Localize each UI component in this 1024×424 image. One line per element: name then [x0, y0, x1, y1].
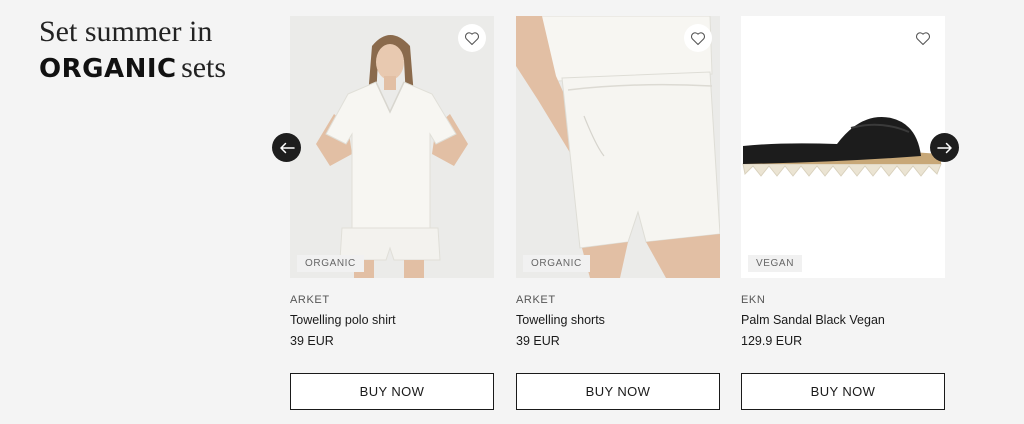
product-image[interactable]: ORGANIC	[516, 16, 720, 278]
carousel-prev-button[interactable]	[272, 133, 301, 162]
product-card[interactable]: VEGAN EKN Palm Sandal Black Vegan 129.9 …	[741, 16, 945, 410]
product-tag: ORGANIC	[297, 255, 364, 272]
buy-now-button[interactable]: BUY NOW	[516, 373, 720, 410]
product-price: 39 EUR	[290, 334, 334, 348]
product-card[interactable]: ORGANIC ARKET Towelling shorts 39 EUR BU…	[516, 16, 720, 410]
product-tag: ORGANIC	[523, 255, 590, 272]
product-name[interactable]: Towelling shorts	[516, 313, 720, 327]
favorite-button[interactable]	[458, 24, 486, 52]
product-card[interactable]: ORGANIC ARKET Towelling polo shirt 39 EU…	[290, 16, 494, 410]
favorite-button[interactable]	[909, 24, 937, 52]
arrow-right-icon	[936, 142, 952, 153]
polo-shirt-photo	[290, 16, 494, 278]
arrow-left-icon	[279, 142, 295, 153]
product-price: 129.9 EUR	[741, 334, 803, 348]
heart-icon	[915, 31, 931, 45]
product-price: 39 EUR	[516, 334, 560, 348]
headline-emphasis: ORGANIC	[39, 54, 177, 84]
sandal-photo	[741, 16, 945, 278]
product-image[interactable]: ORGANIC	[290, 16, 494, 278]
headline-line2: ORGANIC sets	[39, 49, 226, 92]
buy-now-button[interactable]: BUY NOW	[290, 373, 494, 410]
headline-line1: Set summer in	[39, 15, 213, 48]
product-name[interactable]: Palm Sandal Black Vegan	[741, 313, 945, 327]
product-image[interactable]: VEGAN	[741, 16, 945, 278]
heart-icon	[690, 31, 706, 45]
product-brand: EKN	[741, 294, 766, 306]
product-tag: VEGAN	[748, 255, 803, 272]
carousel-next-button[interactable]	[930, 133, 959, 162]
favorite-button[interactable]	[684, 24, 712, 52]
product-brand: ARKET	[516, 294, 556, 306]
product-name[interactable]: Towelling polo shirt	[290, 313, 494, 327]
promo-headline: Set summer in ORGANIC sets	[39, 14, 226, 92]
heart-icon	[464, 31, 480, 45]
buy-now-button[interactable]: BUY NOW	[741, 373, 945, 410]
shorts-photo	[516, 16, 720, 278]
headline-suffix: sets	[181, 51, 227, 84]
product-brand: ARKET	[290, 294, 330, 306]
